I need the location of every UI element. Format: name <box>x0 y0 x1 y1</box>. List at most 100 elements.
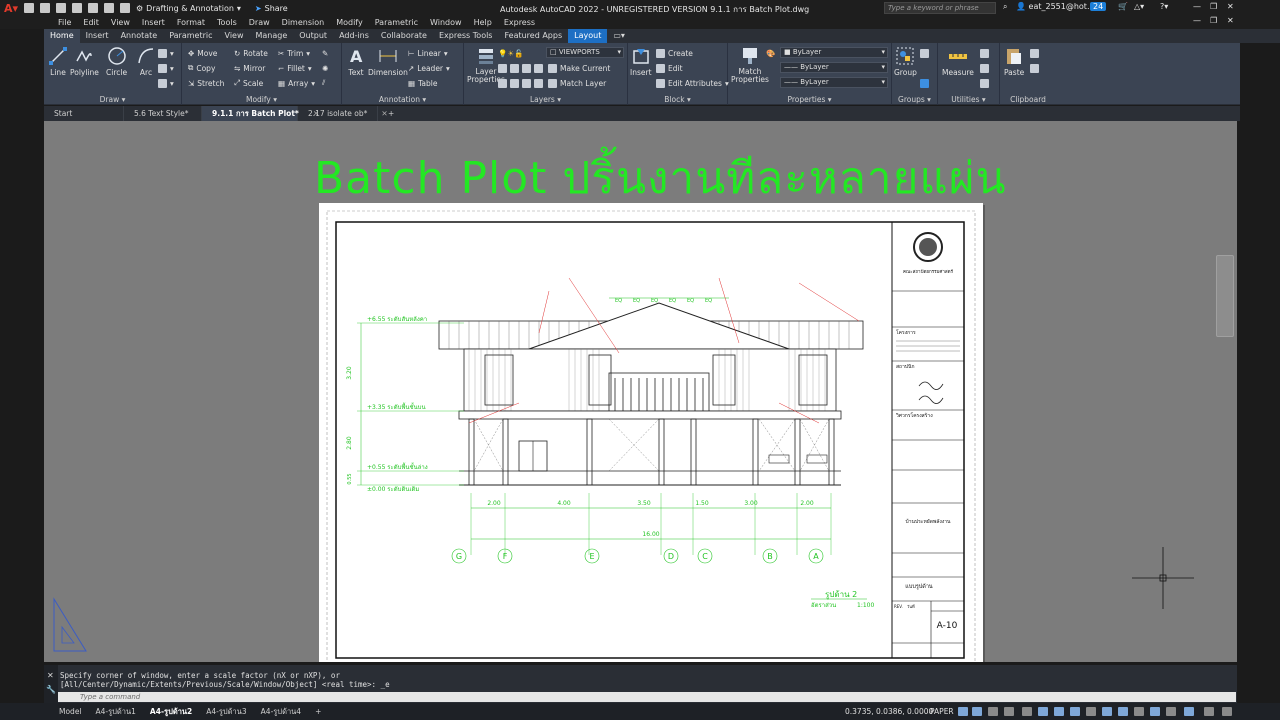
utilities-panel-title[interactable]: Utilities ▾ <box>938 95 999 104</box>
scale-button[interactable]: ⤢ Scale <box>234 77 263 89</box>
redo-icon[interactable] <box>120 3 130 13</box>
close-icon[interactable]: ✕ <box>47 671 54 680</box>
layout-tab-a4-4[interactable]: A4-รูปด้าน4 <box>254 706 308 718</box>
doc-tab-start[interactable]: Start <box>44 106 124 121</box>
menu-parametric[interactable]: Parametric <box>369 18 424 27</box>
layer-tools-row2[interactable] <box>498 77 543 89</box>
paste-button[interactable]: Paste <box>1004 46 1024 77</box>
polyline-button[interactable]: Polyline <box>70 46 99 77</box>
tab-add-ins[interactable]: Add-ins <box>333 29 375 43</box>
add-layout-icon[interactable]: + <box>308 707 328 716</box>
menu-icon[interactable] <box>1222 707 1232 716</box>
lineweight-dropdown[interactable]: —— ByLayer ▾ <box>780 62 888 73</box>
doc-restore-icon[interactable]: ❐ <box>1210 16 1217 25</box>
circle-button[interactable]: Circle <box>106 46 127 77</box>
rectangle-icon[interactable]: ▾ <box>158 47 174 59</box>
snap-icon[interactable] <box>958 707 968 716</box>
measure-button[interactable]: Measure <box>942 46 974 77</box>
command-input[interactable]: Type a command <box>58 692 1236 702</box>
edit-attributes-button[interactable]: Edit Attributes ▾ <box>656 77 729 89</box>
polar-icon[interactable] <box>1004 707 1014 716</box>
block-panel-title[interactable]: Block ▾ <box>628 95 727 104</box>
select-all-icon[interactable] <box>980 77 989 89</box>
ungroup-icon[interactable] <box>920 47 929 59</box>
doc-tab-text-style[interactable]: 5.6 Text Style*✕ <box>124 106 209 121</box>
menu-express[interactable]: Express <box>498 18 541 27</box>
layout-tab-model[interactable]: Model <box>52 707 89 716</box>
menu-draw[interactable]: Draw <box>243 18 276 27</box>
hardware-accel-icon[interactable] <box>1166 707 1176 716</box>
tab-manage[interactable]: Manage <box>250 29 294 43</box>
array-button[interactable]: ▦ Array ▾ <box>278 77 315 89</box>
offset-icon[interactable]: ⫽ <box>322 77 325 89</box>
workspace-switcher[interactable]: ⚙ Drafting & Annotation ▾ <box>136 4 241 13</box>
tab-annotate[interactable]: Annotate <box>115 29 164 43</box>
layout-tab-a4-1[interactable]: A4-รูปด้าน1 <box>89 706 143 718</box>
menu-modify[interactable]: Modify <box>330 18 369 27</box>
menu-edit[interactable]: Edit <box>77 18 105 27</box>
save-as-icon[interactable] <box>72 3 82 13</box>
menu-file[interactable]: File <box>52 18 77 27</box>
minimize-icon[interactable]: — <box>1193 2 1201 11</box>
make-current-button[interactable]: Make Current <box>548 62 610 74</box>
menu-help[interactable]: Help <box>468 18 498 27</box>
plot-icon[interactable] <box>88 3 98 13</box>
copy-button[interactable]: ⧉ Copy <box>188 62 215 74</box>
help-icon[interactable]: ?▾ <box>1160 2 1168 11</box>
tab-collaborate[interactable]: Collaborate <box>375 29 433 43</box>
tab-home[interactable]: Home <box>44 29 80 43</box>
create-block-button[interactable]: Create <box>656 47 693 59</box>
restore-icon[interactable]: ❐ <box>1210 2 1217 11</box>
tab-featured-apps[interactable]: Featured Apps <box>498 29 568 43</box>
layers-panel-title[interactable]: Layers ▾ <box>464 95 627 104</box>
transparency-icon[interactable] <box>1070 707 1080 716</box>
doc-tab-isolate[interactable]: 2.17 isolate ob* ✕ <box>298 106 388 121</box>
share-button[interactable]: ➤ Share <box>255 4 288 13</box>
menu-tools[interactable]: Tools <box>211 18 243 27</box>
undo-icon[interactable] <box>104 3 114 13</box>
doc-minimize-icon[interactable]: — <box>1193 16 1201 25</box>
doc-tab-batch-plot[interactable]: 9.1.1 การ Batch Plot* ✕ <box>202 106 319 121</box>
otrack-icon[interactable] <box>1038 707 1048 716</box>
explode-icon[interactable]: ✺ <box>322 62 328 74</box>
tab-layout[interactable]: Layout <box>568 29 608 43</box>
grid-icon[interactable] <box>972 707 982 716</box>
color-wheel-icon[interactable]: 🎨 <box>766 47 775 59</box>
group-select-icon[interactable] <box>920 77 929 89</box>
isolate-icon[interactable] <box>1150 707 1160 716</box>
linear-button[interactable]: ⊢ Linear ▾ <box>408 47 448 59</box>
space-toggle[interactable]: PAPER <box>930 707 954 716</box>
linetype-dropdown[interactable]: —— ByLayer ▾ <box>780 77 888 88</box>
mirror-button[interactable]: ⇋ Mirror <box>234 62 265 74</box>
new-tab-icon[interactable]: + <box>378 106 404 121</box>
layer-state-icons[interactable]: 💡☀🔓 <box>498 47 523 59</box>
copy-clip-icon[interactable] <box>1030 62 1039 74</box>
tab-express-tools[interactable]: Express Tools <box>433 29 499 43</box>
group-button[interactable]: Group <box>894 46 917 77</box>
exchange-icon[interactable]: △▾ <box>1134 2 1144 11</box>
user-account[interactable]: 👤 eat_2551@hot... ▾ <box>1016 2 1101 11</box>
color-dropdown[interactable]: ■ ByLayer ▾ <box>780 47 888 58</box>
customize-icon[interactable] <box>1204 707 1214 716</box>
modify-panel-title[interactable]: Modify ▾ <box>182 95 341 104</box>
text-button[interactable]: A Text <box>346 46 366 77</box>
quick-select-icon[interactable] <box>980 47 989 59</box>
search-input[interactable]: Type a keyword or phrase <box>884 2 996 14</box>
menu-window[interactable]: Window <box>424 18 468 27</box>
units-icon[interactable] <box>1134 707 1144 716</box>
drawing-canvas[interactable]: Batch Plot ปริ้นงานทีละหลายแผ่น คณะสถาปั… <box>44 121 1237 662</box>
draw-panel-title[interactable]: Draw ▾ <box>44 95 181 104</box>
layer-tools-row1[interactable] <box>498 62 543 74</box>
dimension-button[interactable]: Dimension <box>368 46 408 77</box>
match-layer-button[interactable]: Match Layer <box>548 77 606 89</box>
tab-output[interactable]: Output <box>293 29 333 43</box>
ribbon-toggle-icon[interactable]: ▭▾ <box>607 29 631 43</box>
selection-cycling-icon[interactable] <box>1086 707 1096 716</box>
navigation-bar[interactable] <box>1216 255 1234 337</box>
notification-badge[interactable]: 24 <box>1090 2 1107 11</box>
coordinate-readout[interactable]: 0.3735, 0.0386, 0.0000 <box>845 707 933 716</box>
stretch-button[interactable]: ⇲ Stretch <box>188 77 224 89</box>
new-file-icon[interactable] <box>24 3 34 13</box>
move-button[interactable]: ✥ Move <box>188 47 217 59</box>
menu-dimension[interactable]: Dimension <box>276 18 331 27</box>
